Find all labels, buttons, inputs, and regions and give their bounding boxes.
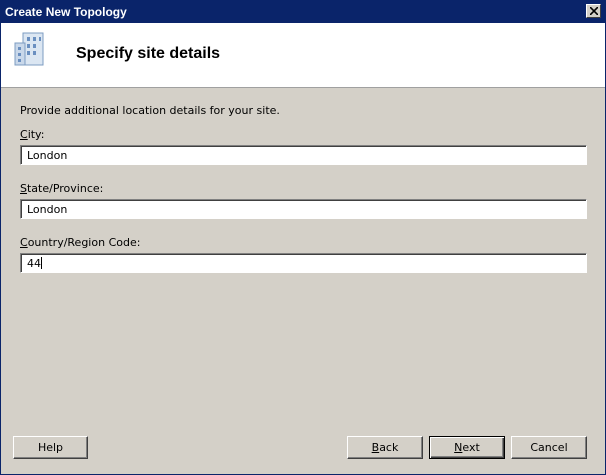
title-bar: Create New Topology bbox=[1, 1, 605, 23]
country-label-text: ountry/Region Code: bbox=[27, 236, 141, 249]
city-label-accel: C bbox=[20, 128, 28, 141]
city-label: City: bbox=[20, 128, 44, 141]
description-text: Provide additional location details for … bbox=[20, 104, 280, 117]
country-label-accel: C bbox=[20, 236, 28, 249]
next-button[interactable]: Next bbox=[429, 436, 505, 459]
country-code-value: 44 bbox=[27, 257, 41, 270]
back-label: ack bbox=[379, 440, 399, 454]
state-label: State/Province: bbox=[20, 182, 103, 195]
text-caret bbox=[41, 257, 42, 269]
create-topology-window: Create New Topology Specify site details… bbox=[0, 0, 606, 475]
state-label-text: tate/Province: bbox=[26, 182, 104, 195]
building-icon bbox=[14, 32, 44, 66]
city-input[interactable]: London bbox=[20, 145, 587, 165]
state-label-accel: S bbox=[20, 182, 27, 195]
cancel-button[interactable]: Cancel bbox=[511, 436, 587, 459]
city-value: London bbox=[27, 149, 68, 162]
page-title: Specify site details bbox=[76, 45, 221, 62]
window-title: Create New Topology bbox=[5, 5, 127, 19]
close-button[interactable] bbox=[586, 4, 601, 18]
help-button[interactable]: Help bbox=[13, 436, 88, 459]
back-button[interactable]: Back bbox=[347, 436, 423, 459]
wizard-header: Specify site details bbox=[1, 23, 605, 88]
country-label: Country/Region Code: bbox=[20, 236, 140, 249]
state-input[interactable]: London bbox=[20, 199, 587, 219]
country-code-input[interactable]: 44 bbox=[20, 253, 587, 273]
state-value: London bbox=[27, 203, 68, 216]
next-label: ext bbox=[462, 440, 480, 454]
close-icon bbox=[590, 7, 598, 15]
city-label-text: ity: bbox=[27, 128, 45, 141]
